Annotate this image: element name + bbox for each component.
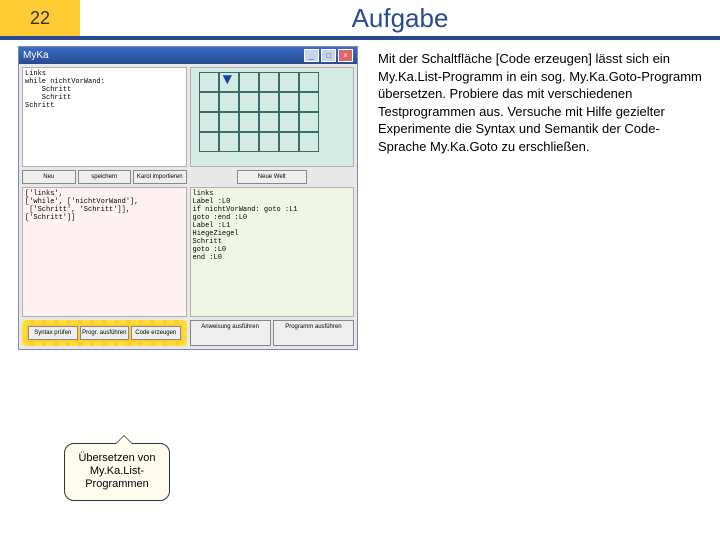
world-grid — [199, 72, 319, 152]
list-buttons-highlighted: Syntax prüfen Progr. ausführen Code erze… — [22, 320, 187, 346]
source-code-panel[interactable]: Links while nichtVorWand: Schritt Schrit… — [22, 67, 187, 167]
list-code-panel[interactable]: ['links', ['while', ['nichtVorWand'], ['… — [22, 187, 187, 317]
new-button[interactable]: Neu — [22, 170, 76, 184]
code-line: ['Schritt', 'Schritt']], — [25, 206, 184, 214]
code-line: Label :L0 — [193, 198, 352, 206]
titlebar: MyKa _ □ × — [19, 47, 357, 64]
code-line: while nichtVorWand: — [25, 78, 184, 86]
run-goto-program-button[interactable]: Programm ausführen — [273, 320, 354, 346]
minimize-icon[interactable]: _ — [304, 49, 319, 62]
run-program-button[interactable]: Progr. ausführen — [80, 326, 130, 340]
goto-buttons: Anweisung ausführen Programm ausführen — [190, 320, 355, 346]
callout-bubble: Übersetzen von My.Ka.List-Programmen — [64, 443, 170, 501]
code-line: if nichtVorWand: goto :L1 — [193, 206, 352, 214]
goto-code-panel[interactable]: links Label :L0 if nichtVorWand: goto :L… — [190, 187, 355, 317]
syntax-check-button[interactable]: Syntax prüfen — [28, 326, 78, 340]
import-button[interactable]: Karol importieren — [133, 170, 187, 184]
page-title: Aufgabe — [80, 0, 720, 36]
new-world-button[interactable]: Neue Welt — [237, 170, 307, 184]
code-line: Schritt — [193, 238, 352, 246]
code-line: Links — [25, 70, 184, 78]
robot-icon: ▼ — [223, 71, 233, 89]
code-line: Schritt — [25, 94, 184, 102]
code-line: goto :end :L0 — [193, 214, 352, 222]
page-number: 22 — [0, 0, 80, 36]
code-line: ['while', ['nichtVorWand'], — [25, 198, 184, 206]
page-header: 22 Aufgabe — [0, 0, 720, 40]
task-text: Mit der Schaltfläche [Code erzeugen] läs… — [370, 40, 720, 350]
code-line: end :L0 — [193, 254, 352, 262]
run-statement-button[interactable]: Anweisung ausführen — [190, 320, 271, 346]
code-line: links — [193, 190, 352, 198]
app-column: MyKa _ □ × Links while nichtVorWand: Sch… — [0, 40, 370, 350]
app-body: Links while nichtVorWand: Schritt Schrit… — [19, 64, 357, 349]
world-panel: ▼ — [190, 67, 355, 167]
source-buttons: Neu speichern Karol importieren — [22, 170, 187, 184]
code-line: ['links', — [25, 190, 184, 198]
content-row: MyKa _ □ × Links while nichtVorWand: Sch… — [0, 40, 720, 350]
world-buttons: Neue Welt — [190, 170, 355, 184]
code-line: goto :L0 — [193, 246, 352, 254]
code-line: HiegeZiegel — [193, 230, 352, 238]
code-line: Label :L1 — [193, 222, 352, 230]
window-title: MyKa — [23, 50, 49, 61]
app-window: MyKa _ □ × Links while nichtVorWand: Sch… — [18, 46, 358, 350]
code-line: Schritt — [25, 102, 184, 110]
save-button[interactable]: speichern — [78, 170, 132, 184]
close-icon[interactable]: × — [338, 49, 353, 62]
code-line: Schritt — [25, 86, 184, 94]
maximize-icon[interactable]: □ — [321, 49, 336, 62]
code-line: ['Schritt']] — [25, 214, 184, 222]
generate-code-button[interactable]: Code erzeugen — [131, 326, 181, 340]
